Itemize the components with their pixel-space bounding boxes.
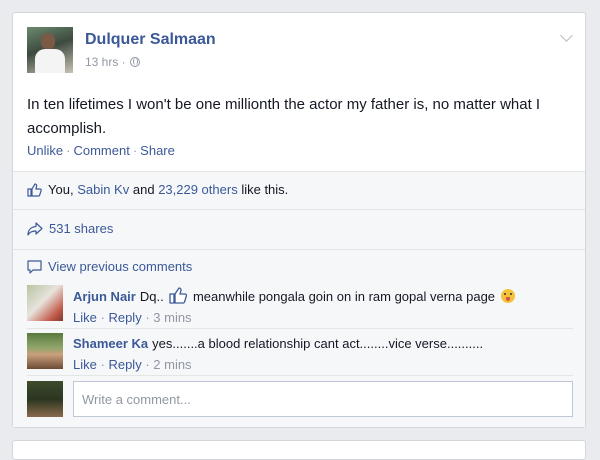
comment-reply-button[interactable]: Reply — [108, 357, 141, 372]
comment-reply-button[interactable]: Reply — [108, 310, 141, 325]
comment-text: yes.......a blood relationship cant act.… — [152, 336, 484, 351]
avatar-shirt-shape — [35, 49, 65, 73]
globe-icon — [129, 57, 140, 67]
commenter-name[interactable]: Arjun Nair — [73, 289, 136, 304]
comment-body: Shameer Ka yes.......a blood relationship… — [73, 335, 573, 374]
likes-and: and — [132, 182, 155, 197]
share-arrow-icon — [27, 221, 43, 236]
comment-text-after: meanwhile pongala goin on in ram gopal v… — [192, 289, 496, 304]
action-separator: · — [132, 143, 138, 158]
share-button[interactable]: Share — [140, 143, 175, 158]
unlike-button[interactable]: Unlike — [27, 143, 63, 158]
post-actions: Unlike · Comment · Share — [27, 143, 175, 158]
comment-time[interactable]: · 3 mins — [145, 310, 191, 325]
tongue-emoticon-icon — [500, 289, 515, 303]
likes-suffix: like this. — [241, 182, 289, 197]
comment-like-button[interactable]: Like — [73, 310, 97, 325]
commenter-avatar[interactable] — [27, 333, 63, 369]
likes-friend-link[interactable]: Sabin Kv — [77, 182, 129, 197]
comment-button[interactable]: Comment — [73, 143, 129, 158]
divider — [13, 209, 585, 210]
comment-input[interactable] — [73, 381, 573, 417]
author-name[interactable]: Dulquer Salmaan — [85, 31, 216, 49]
author-avatar[interactable] — [27, 27, 73, 73]
comment-meta: Like · Reply · 2 mins — [73, 356, 573, 374]
comment-time[interactable]: · 2 mins — [145, 357, 191, 372]
meta-separator: · — [100, 357, 105, 372]
divider — [13, 171, 585, 172]
commenter-name[interactable]: Shameer Ka — [73, 336, 148, 351]
view-previous-label: View previous comments — [48, 259, 193, 274]
divider — [27, 328, 573, 329]
likes-you: You, — [48, 182, 74, 197]
post-timestamp: 13 hrs · — [85, 55, 140, 69]
current-user-avatar — [27, 381, 63, 417]
comment-body: Arjun Nair Dq.. meanwhile pongala goin on… — [73, 287, 573, 327]
commenter-avatar[interactable] — [27, 285, 63, 321]
shares-link[interactable]: 531 shares — [27, 221, 113, 236]
meta-separator: · — [100, 310, 105, 325]
chevron-down-icon[interactable] — [560, 29, 573, 42]
comment-like-button[interactable]: Like — [73, 357, 97, 372]
post-card: Dulquer Salmaan 13 hrs · In ten lifetime… — [12, 12, 586, 428]
comment-text-before: Dq.. — [139, 289, 164, 304]
divider — [27, 375, 573, 376]
comment-bubble-icon — [27, 259, 42, 274]
view-previous-comments[interactable]: View previous comments — [27, 259, 192, 274]
thumbs-up-emoticon-icon — [169, 287, 188, 304]
next-post-card — [12, 440, 586, 460]
shares-label: 531 shares — [49, 221, 114, 236]
likes-summary: You, Sabin Kv and 23,229 others like thi… — [27, 182, 288, 197]
avatar-head-shape — [41, 33, 55, 49]
likes-others-link[interactable]: 23,229 others — [158, 182, 238, 197]
post-text: In ten lifetimes I won't be one milliont… — [27, 96, 541, 137]
thumbs-up-icon — [27, 182, 42, 197]
comment-meta: Like · Reply · 3 mins — [73, 309, 573, 327]
action-separator: · — [66, 143, 71, 158]
post-time-text[interactable]: 13 hrs · — [85, 55, 126, 69]
divider — [13, 249, 585, 250]
